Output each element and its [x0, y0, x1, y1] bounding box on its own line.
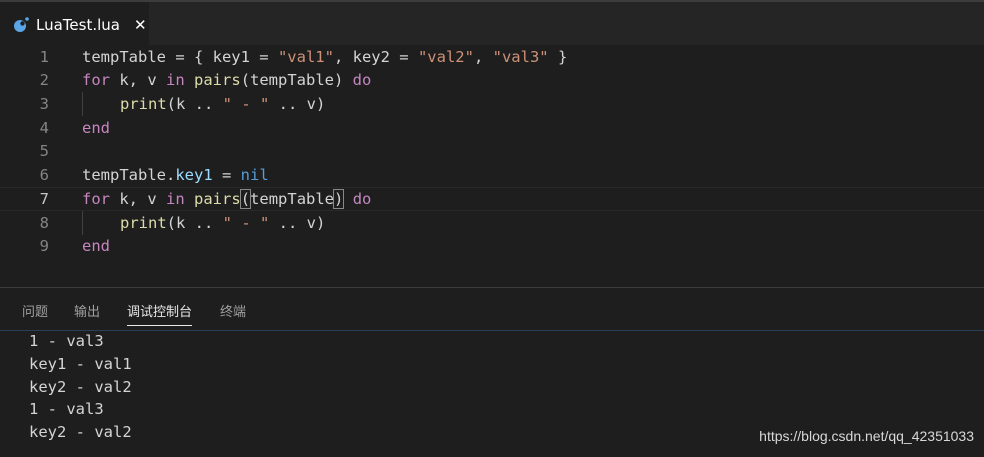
code-line: 4 end: [0, 116, 984, 140]
code-text: tempTable.key1 = nil: [82, 166, 269, 184]
code-text: tempTable = { key1 = "val1", key2 = "val…: [82, 48, 568, 66]
line-number: 2: [39, 71, 49, 89]
code-text: for k, v in pairs(tempTable) do: [82, 71, 372, 89]
code-line: 3 print(k .. " - " .. v): [0, 92, 984, 116]
code-line: 2 for k, v in pairs(tempTable) do: [0, 68, 984, 92]
line-number: 6: [39, 166, 49, 184]
code-editor[interactable]: 1 tempTable = { key1 = "val1", key2 = "v…: [0, 45, 984, 287]
lua-icon: [13, 16, 29, 33]
code-line: 5: [0, 139, 984, 163]
editor-tab-bar: LuaTest.lua ✕: [0, 0, 984, 47]
console-output-line: key2 - val2: [29, 378, 132, 396]
indent-guide: [82, 92, 83, 116]
line-number: 5: [39, 142, 49, 160]
panel-tab-bar: 问题 输出 调试控制台 终端: [0, 288, 984, 331]
tab-luatest[interactable]: LuaTest.lua ✕: [0, 2, 149, 47]
tab-debug-console[interactable]: 调试控制台: [127, 301, 193, 326]
bracket-match: ): [332, 189, 345, 209]
console-output-line: 1 - val3: [29, 332, 104, 350]
code-line: 6 tempTable.key1 = nil: [0, 163, 984, 187]
line-number: 1: [39, 48, 49, 66]
code-line: 1 tempTable = { key1 = "val1", key2 = "v…: [0, 45, 984, 69]
tab-problems[interactable]: 问题: [22, 301, 48, 320]
bracket-match: (: [239, 189, 252, 209]
code-text: end: [82, 237, 110, 255]
code-line-current: 7 for k, v in pairs(tempTable) do: [0, 187, 984, 211]
console-output-line: key1 - val1: [29, 355, 132, 373]
line-number: 3: [39, 95, 49, 113]
indent-guide: [82, 211, 83, 235]
code-text: end: [82, 119, 110, 137]
code-text: print(k .. " - " .. v): [120, 214, 326, 232]
line-number: 9: [39, 237, 49, 255]
watermark: https://blog.csdn.net/qq_42351033: [759, 428, 974, 444]
line-number: 8: [39, 214, 49, 232]
code-line: 9 end: [0, 234, 984, 258]
code-line: 8 print(k .. " - " .. v): [0, 211, 984, 235]
tab-output[interactable]: 输出: [74, 301, 100, 320]
console-output-line: key2 - val2: [29, 423, 132, 441]
line-number: 4: [39, 119, 49, 137]
close-icon[interactable]: ✕: [134, 16, 147, 34]
tab-terminal[interactable]: 终端: [220, 301, 246, 320]
tab-title: LuaTest.lua: [36, 15, 120, 34]
line-number: 7: [39, 190, 49, 208]
console-output-line: 1 - val3: [29, 400, 104, 418]
code-text: for k, v in pairs(tempTable) do: [82, 189, 372, 209]
code-text: print(k .. " - " .. v): [120, 95, 326, 113]
